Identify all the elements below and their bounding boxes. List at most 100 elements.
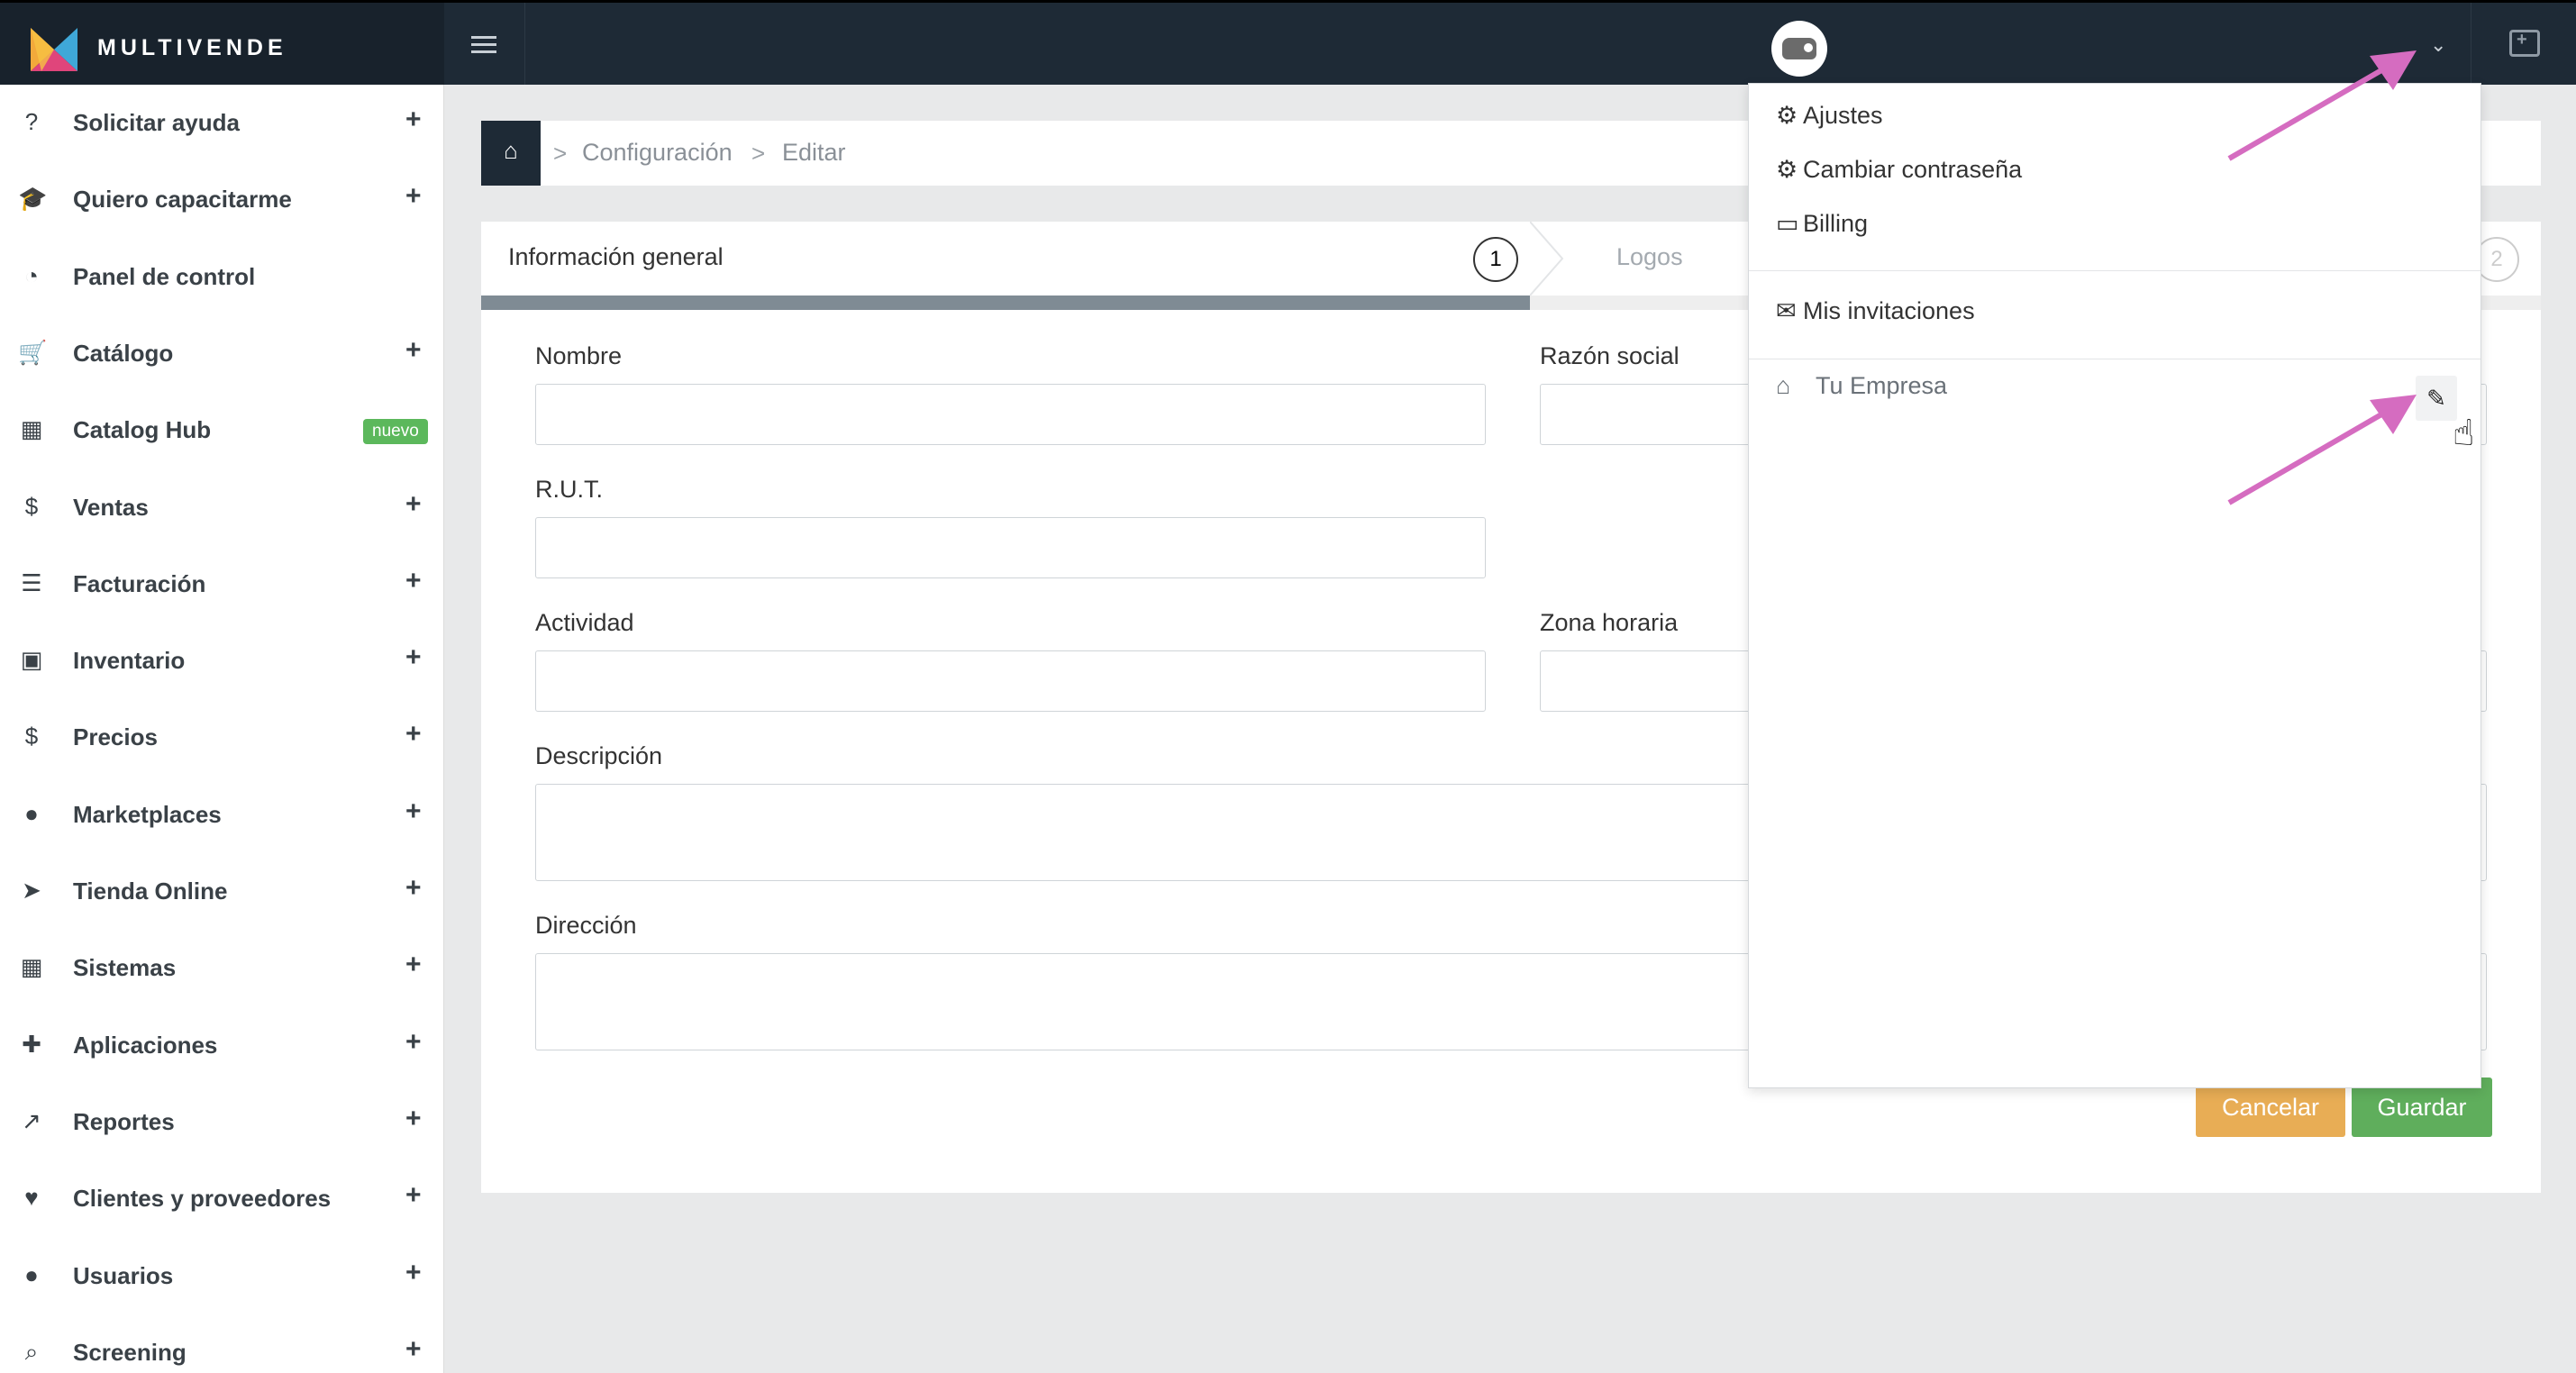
- search-icon: ⌕: [24, 1337, 39, 1365]
- sidebar-item-panel-de-control[interactable]: ◔ Panel de control: [0, 239, 444, 315]
- sidebar-item-label: Precios: [73, 723, 158, 751]
- graduation-cap-icon: 🎓: [18, 185, 48, 213]
- sidebar-item-ventas[interactable]: $ Ventas +: [0, 469, 444, 546]
- envelope-icon: ✉: [1776, 297, 1797, 324]
- home-icon: ⌂: [504, 137, 518, 164]
- step-divider-arrow: [1530, 222, 1564, 296]
- sidebar-item-aplicaciones[interactable]: ✚ Aplicaciones +: [0, 1007, 444, 1084]
- actividad-label: Actividad: [535, 609, 634, 636]
- expand-plus-icon[interactable]: +: [405, 1334, 422, 1365]
- nombre-label: Nombre: [535, 342, 623, 369]
- support-chat-button[interactable]: [2471, 3, 2576, 85]
- expand-plus-icon[interactable]: +: [405, 796, 422, 827]
- annotation-arrow: [2227, 395, 2417, 505]
- actividad-input[interactable]: [535, 650, 1486, 712]
- menu-item-mis-invitaciones[interactable]: ✉ Mis invitaciones: [1776, 297, 1975, 325]
- expand-plus-icon[interactable]: +: [405, 719, 422, 750]
- step-informacion-general[interactable]: Información general 1: [481, 222, 1530, 296]
- top-bar: MULTIVENDE ⌄: [0, 0, 2576, 85]
- sidebar-item-catalog-hub[interactable]: ▦ Catalog Hub nuevo: [0, 392, 444, 468]
- menu-item-billing[interactable]: ▭ Billing: [1776, 210, 1868, 238]
- expand-plus-icon[interactable]: +: [405, 1258, 422, 1288]
- document-icon: ☰: [21, 568, 42, 596]
- sidebar-item-reportes[interactable]: ↗ Reportes +: [0, 1084, 444, 1160]
- sidebar-item-cat-logo[interactable]: 🛒 Catálogo +: [0, 315, 444, 392]
- money-icon: $: [24, 492, 39, 520]
- step-label: Logos: [1616, 243, 1683, 270]
- breadcrumb-configuracion[interactable]: Configuración: [582, 139, 733, 167]
- sidebar-item-label: Sistemas: [73, 954, 177, 982]
- logo-area[interactable]: MULTIVENDE: [0, 3, 444, 85]
- credit-card-icon: ▭: [1776, 210, 1799, 237]
- razon-social-label: Razón social: [1540, 342, 1679, 369]
- breadcrumb-separator: >: [751, 140, 766, 167]
- step-number: 1: [1473, 237, 1518, 282]
- sidebar-item-tienda-online[interactable]: ➤ Tienda Online +: [0, 853, 444, 930]
- sidebar-item-label: Ventas: [73, 493, 149, 521]
- company-item[interactable]: ⌂ Tu Empresa: [1776, 372, 1947, 400]
- user-icon: ●: [24, 1260, 39, 1288]
- expand-plus-icon[interactable]: +: [405, 489, 422, 520]
- question-circle-icon: ?: [24, 108, 39, 135]
- expand-plus-icon[interactable]: +: [405, 642, 422, 673]
- expand-plus-icon[interactable]: +: [405, 1104, 422, 1134]
- menu-toggle-button[interactable]: [444, 3, 525, 85]
- line-chart-icon: ↗: [22, 1106, 41, 1134]
- sidebar: ? Solicitar ayuda + 🎓 Quiero capacitarme + ◔ Pa…: [0, 85, 444, 1373]
- sidebar-item-label: Marketplaces: [73, 800, 222, 828]
- sidebar-item-label: Tienda Online: [73, 877, 228, 905]
- sidebar-item-label: Facturación: [73, 569, 206, 597]
- sidebar-item-marketplaces[interactable]: ● Marketplaces +: [0, 777, 444, 853]
- pointer-icon: ➤: [22, 877, 41, 904]
- menu-item-ajustes[interactable]: ⚙ Ajustes: [1776, 102, 1883, 130]
- expand-plus-icon[interactable]: +: [405, 566, 422, 596]
- shopping-cart-icon: 🛒: [18, 338, 48, 366]
- wizard-progress-fill: [481, 296, 1530, 310]
- expand-plus-icon[interactable]: +: [405, 181, 422, 212]
- sidebar-item-label: Aplicaciones: [73, 1031, 218, 1059]
- sidebar-item-sistemas[interactable]: ▦ Sistemas +: [0, 930, 444, 1006]
- expand-plus-icon[interactable]: +: [405, 1027, 422, 1058]
- calculator-icon: ▦: [20, 953, 43, 981]
- expand-plus-icon[interactable]: +: [405, 873, 422, 904]
- sidebar-item-label: Catálogo: [73, 339, 174, 367]
- sidebar-item-solicitar-ayuda[interactable]: ? Solicitar ayuda +: [0, 85, 444, 161]
- breadcrumb-editar: Editar: [782, 139, 846, 166]
- rut-input[interactable]: [535, 517, 1486, 578]
- zona-horaria-label: Zona horaria: [1540, 609, 1679, 636]
- globe-icon: ●: [24, 799, 39, 827]
- step-label: Información general: [508, 243, 724, 270]
- expand-plus-icon[interactable]: +: [405, 335, 422, 366]
- home-icon: ⌂: [1776, 372, 1791, 399]
- nombre-input[interactable]: [535, 384, 1486, 445]
- user-avatar[interactable]: [1771, 21, 1827, 77]
- sidebar-item-facturaci-n[interactable]: ☰ Facturación +: [0, 546, 444, 623]
- gear-icon: ⚙: [1776, 156, 1798, 183]
- sidebar-item-usuarios[interactable]: ● Usuarios +: [0, 1238, 444, 1314]
- sidebar-item-label: Panel de control: [73, 262, 256, 290]
- gear-icon: ⚙: [1776, 102, 1798, 129]
- sidebar-item-precios[interactable]: $ Precios +: [0, 699, 444, 776]
- sidebar-item-inventario[interactable]: ▣ Inventario +: [0, 623, 444, 699]
- expand-plus-icon[interactable]: +: [405, 1180, 422, 1211]
- new-badge: nuevo: [363, 419, 428, 445]
- cubes-icon: ▣: [20, 646, 43, 674]
- brand-name: MULTIVENDE: [97, 35, 287, 60]
- puzzle-icon: ✚: [22, 1030, 41, 1058]
- chat-plus-icon: [2509, 30, 2540, 57]
- sidebar-item-label: Usuarios: [73, 1261, 174, 1289]
- rut-label: R.U.T.: [535, 476, 604, 503]
- menu-item-cambiar-contrasena[interactable]: ⚙ Cambiar contraseña: [1776, 156, 2022, 184]
- direccion-label: Dirección: [535, 912, 637, 939]
- sidebar-item-quiero-capacitarme[interactable]: 🎓 Quiero capacitarme +: [0, 161, 444, 238]
- menu-divider: [1749, 270, 2480, 271]
- sidebar-item-clientes-y-proveedores[interactable]: ♥ Clientes y proveedores +: [0, 1160, 444, 1237]
- descripcion-label: Descripción: [535, 742, 663, 769]
- sidebar-item-screening[interactable]: ⌕ Screening +: [0, 1314, 444, 1373]
- breadcrumb-home[interactable]: ⌂: [481, 121, 541, 186]
- expand-plus-icon[interactable]: +: [405, 105, 422, 135]
- sidebar-item-label: Reportes: [73, 1107, 175, 1135]
- hand-cursor-icon: ☝: [2453, 414, 2475, 453]
- expand-plus-icon[interactable]: +: [405, 950, 422, 980]
- sidebar-item-label: Screening: [73, 1338, 187, 1366]
